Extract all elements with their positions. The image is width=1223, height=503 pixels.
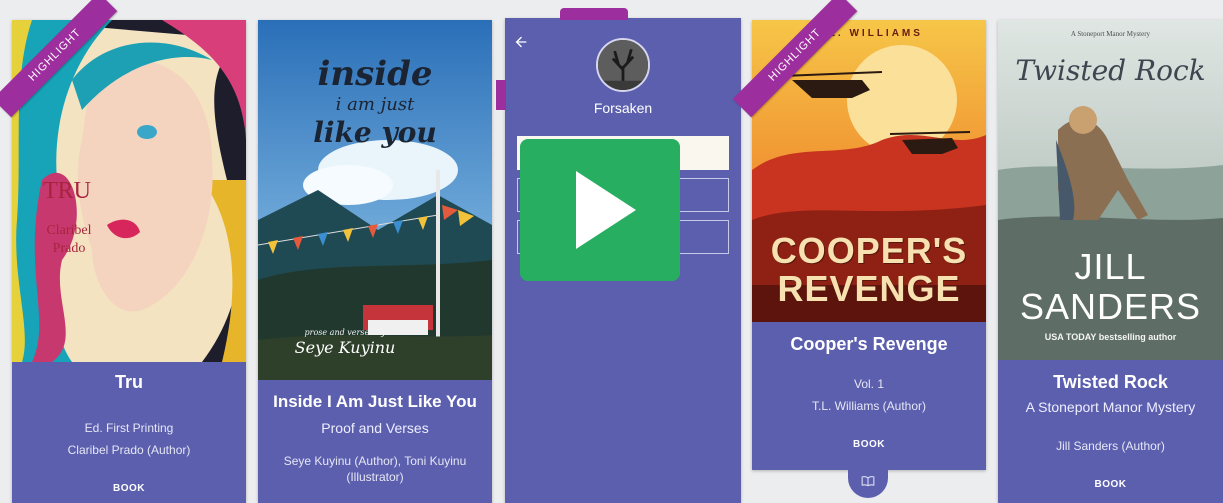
book-subtitle: Proof and Verses [321,420,429,436]
book-type-label: BOOK [853,439,885,450]
card-side-tab [496,80,506,110]
book-authors: Seye Kuyinu (Author), Toni Kuyinu [283,454,467,468]
tru-cover-author-1: Claribel [46,223,92,238]
book-card-tru[interactable]: TRU Claribel Prado Tru Ed. First Printin… [12,20,246,503]
video-play-button[interactable] [520,139,680,281]
book-cover-twisted-rock[interactable]: A Stoneport Manor Mystery Twisted Rock J… [998,20,1223,360]
book-authors: T.L. Williams (Author) [811,399,927,413]
book-title[interactable]: Cooper's Revenge [758,334,980,355]
book-title[interactable]: Inside I Am Just Like You [264,392,486,412]
twisted-cover-tagline: USA TODAY bestselling author [1044,332,1177,342]
coopers-cover-title-1: COOPER'S [770,230,968,271]
twisted-cover-author-2: SANDERS [1019,286,1202,327]
book-type-label: BOOK [113,483,145,494]
book-card-coopers-revenge[interactable]: T.L. WILLIAMS COOPER'S REVENGE Cooper's … [752,20,986,470]
open-book-icon [861,476,875,487]
book-card-twisted-rock[interactable]: A Stoneport Manor Mystery Twisted Rock J… [998,20,1223,503]
book-type-badge [848,462,888,498]
inside-cover-title-2: i am just [335,94,415,115]
inside-cover-title-1: inside [317,54,433,94]
twisted-cover-title: Twisted Rock [1015,54,1206,87]
coopers-cover-title-2: REVENGE [777,268,961,309]
tru-cover-title: TRU [43,178,91,204]
coopers-cover-author: T.L. WILLIAMS [815,28,923,39]
book-authors: Claribel Prado (Author) [67,443,191,457]
book-title[interactable]: Tru [18,372,240,393]
inside-cover-byline: prose and verses by [304,328,386,337]
book-authors-role: (Illustrator) [346,470,404,484]
play-icon [576,171,636,249]
book-volume: Vol. 1 [853,377,885,391]
book-edition: Ed. First Printing [84,421,174,435]
tree-icon [598,40,648,90]
book-authors: Jill Sanders (Author) [1056,439,1165,453]
avatar [596,38,650,92]
book-card-inside-i-am-just-like-you[interactable]: inside i am just like you prose and vers… [258,20,492,503]
tru-cover-author-2: Prado [52,241,86,256]
book-type-label: BOOK [1094,479,1127,490]
arrow-left-icon[interactable] [513,34,529,50]
book-subtitle: A Stoneport Manor Mystery [1025,399,1196,415]
book-cover-inside-i-am-just-like-you[interactable]: inside i am just like you prose and vers… [258,20,492,380]
inside-cover-title-3: like you [313,116,437,149]
twisted-cover-series: A Stoneport Manor Mystery [1070,30,1151,38]
inside-cover-author: Seye Kuyinu [294,338,396,357]
card-top-tab [560,8,628,20]
book-title[interactable]: Twisted Rock [1004,372,1217,393]
twisted-cover-author-1: JILL [1074,246,1147,287]
profile-name: Forsaken [593,100,653,116]
